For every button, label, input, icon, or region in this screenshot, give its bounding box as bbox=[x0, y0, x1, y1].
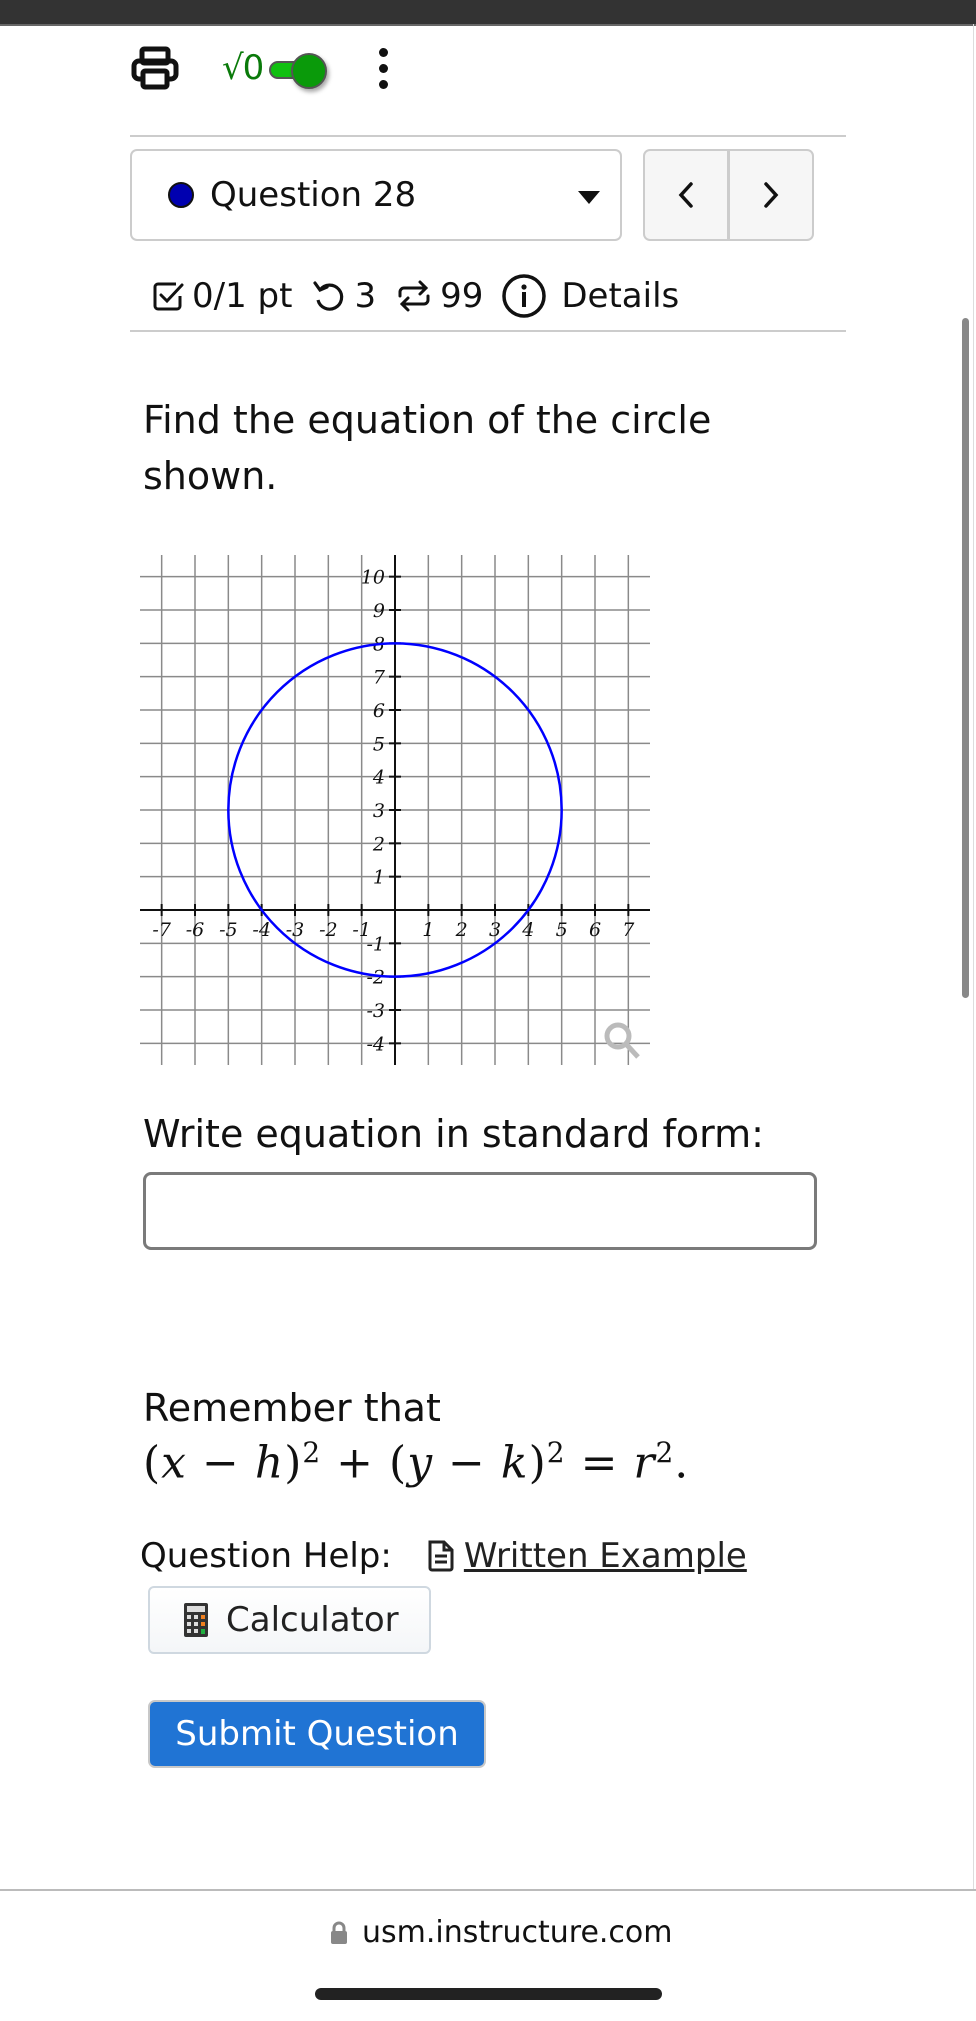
calculator-label: Calculator bbox=[226, 1600, 399, 1640]
x-tick-label: 3 bbox=[489, 919, 501, 941]
document-icon bbox=[428, 1540, 454, 1572]
details-label: Details bbox=[561, 276, 680, 316]
x-tick-label: -5 bbox=[219, 919, 238, 941]
y-tick-label: 9 bbox=[373, 600, 385, 622]
previous-question-button[interactable] bbox=[645, 151, 730, 239]
math-display-label: √0 bbox=[222, 48, 264, 88]
retries-count: 3 bbox=[354, 276, 377, 316]
question-text: Find the equation of the circle shown. bbox=[143, 398, 712, 498]
x-tick-label: 5 bbox=[556, 919, 568, 941]
submit-question-button[interactable]: Submit Question bbox=[148, 1700, 486, 1768]
question-select-label: Question 28 bbox=[210, 175, 417, 215]
lock-icon bbox=[331, 1921, 347, 1944]
question-help: Question Help: Written Example bbox=[140, 1536, 747, 1576]
y-tick-label: 7 bbox=[373, 667, 386, 689]
x-tick-label: -7 bbox=[152, 919, 171, 941]
y-tick-label: 1 bbox=[373, 867, 385, 889]
magnify-icon[interactable] bbox=[604, 1022, 640, 1059]
caret-down-icon bbox=[578, 191, 600, 204]
checkbox-icon bbox=[153, 282, 184, 311]
y-tick-label: 5 bbox=[373, 733, 385, 755]
y-tick-label: 6 bbox=[373, 700, 385, 722]
x-tick-label: -4 bbox=[252, 919, 271, 941]
browser-bottom-bar bbox=[0, 1889, 976, 2021]
standard-form-formula: (x − h)2 + (y − k)2 = r2. bbox=[143, 1436, 690, 1489]
circle-graph: -7 -6 -5 -4 -3 -2 -1 1 2 3 4 5 6 7-4-3-2-112345678910 bbox=[140, 555, 650, 1065]
url-bar[interactable]: usm.instructure.com bbox=[330, 1915, 673, 1950]
retry-icon bbox=[313, 281, 344, 311]
equation-answer-input[interactable] bbox=[143, 1172, 817, 1250]
answer-prompt: Write equation in standard form: bbox=[143, 1112, 764, 1156]
question-meta: 0/1 pt 3 99 Details bbox=[150, 266, 697, 326]
x-tick-label: 4 bbox=[521, 919, 534, 941]
page-edge bbox=[973, 24, 974, 1894]
next-question-button[interactable] bbox=[730, 151, 812, 239]
x-tick-label: -2 bbox=[319, 919, 338, 941]
question-nav-buttons bbox=[643, 149, 814, 241]
y-tick-label: -3 bbox=[366, 1000, 385, 1022]
scrollbar[interactable] bbox=[962, 318, 969, 998]
calculator-icon bbox=[184, 1603, 208, 1637]
toggle-knob bbox=[291, 53, 328, 89]
browser-top-bar bbox=[0, 0, 976, 26]
chevron-left-icon bbox=[678, 182, 693, 208]
y-tick-label: 10 bbox=[361, 567, 385, 589]
details-link[interactable]: Details bbox=[501, 273, 679, 319]
score-text: 0/1 pt bbox=[192, 276, 293, 316]
chevron-right-icon bbox=[764, 182, 779, 208]
repeat-icon bbox=[398, 280, 430, 312]
toolbar: √0 bbox=[130, 38, 389, 98]
info-icon bbox=[502, 274, 547, 318]
y-tick-label: 4 bbox=[372, 767, 385, 789]
x-tick-label: 7 bbox=[622, 919, 635, 941]
score: 0/1 pt bbox=[150, 276, 292, 316]
remember-text: Remember that bbox=[143, 1386, 441, 1430]
retries: 3 bbox=[310, 276, 376, 316]
written-example-link[interactable]: Written Example bbox=[464, 1536, 747, 1576]
attempts-count: 99 bbox=[440, 276, 484, 316]
y-tick-label: -1 bbox=[366, 933, 385, 955]
question-help-label: Question Help: bbox=[140, 1536, 392, 1576]
y-tick-label: 3 bbox=[373, 800, 385, 822]
x-tick-label: -6 bbox=[186, 919, 205, 941]
kebab-menu-icon[interactable] bbox=[379, 47, 389, 89]
y-tick-label: -2 bbox=[366, 967, 385, 989]
divider bbox=[130, 330, 846, 332]
calculator-button[interactable]: Calculator bbox=[148, 1586, 431, 1654]
divider bbox=[130, 135, 846, 137]
home-indicator bbox=[315, 1988, 662, 2000]
math-display-toggle[interactable] bbox=[267, 53, 329, 89]
attempts: 99 bbox=[394, 276, 483, 316]
x-tick-label: 2 bbox=[455, 919, 468, 941]
question-select[interactable]: Question 28 bbox=[130, 149, 622, 241]
url-text: usm.instructure.com bbox=[362, 1915, 673, 1950]
x-tick-label: 6 bbox=[589, 919, 601, 941]
question-status-dot bbox=[168, 182, 194, 208]
y-tick-label: 2 bbox=[372, 833, 385, 855]
y-tick-label: -4 bbox=[366, 1033, 385, 1055]
x-tick-label: 1 bbox=[422, 919, 434, 941]
printer-icon[interactable] bbox=[130, 43, 180, 93]
